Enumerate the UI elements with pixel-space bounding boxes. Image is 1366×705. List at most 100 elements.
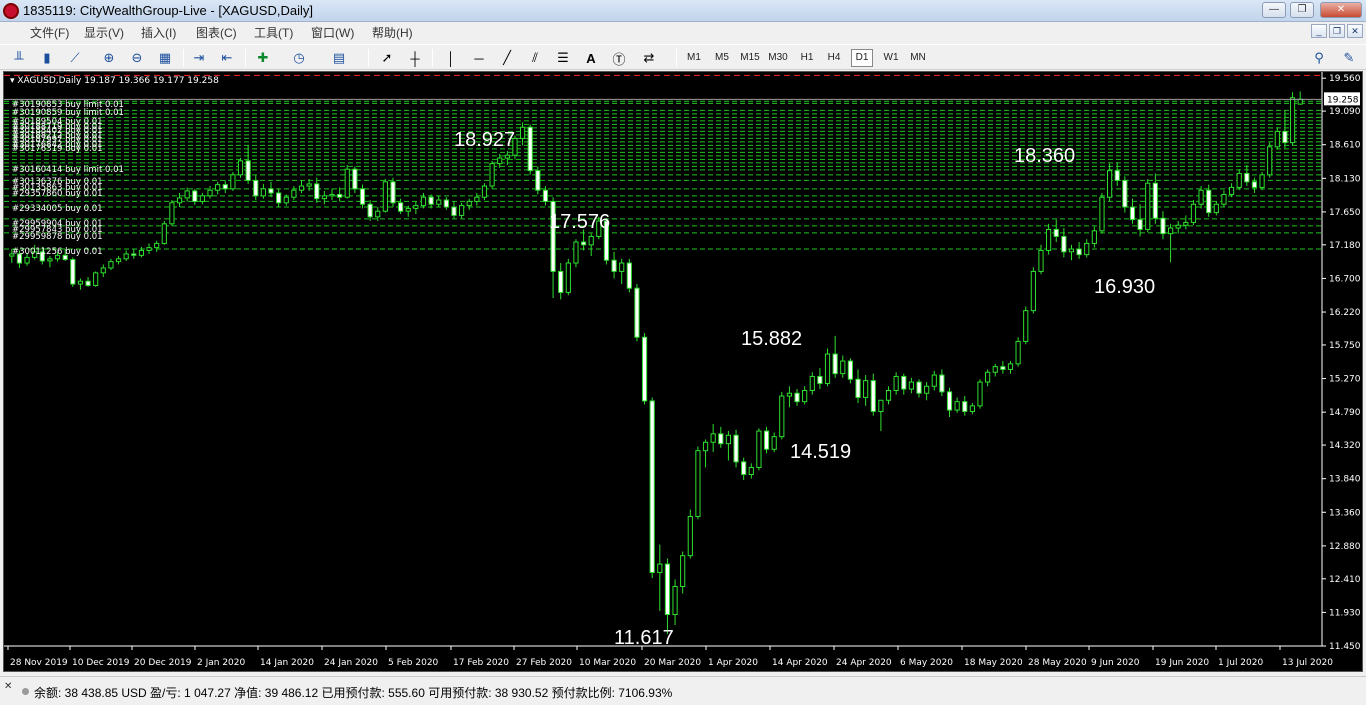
candle-body (291, 189, 297, 198)
candle-body (840, 360, 846, 375)
candle-body (878, 399, 884, 412)
date-tick-label: 20 Dec 2019 (134, 658, 192, 668)
minimize-button[interactable]: — (1262, 2, 1286, 18)
candle-body (1023, 310, 1029, 342)
cursor-icon[interactable]: ➚ (378, 49, 396, 67)
candle-body (1160, 217, 1166, 235)
date-tick-label: 6 May 2020 (900, 658, 953, 668)
date-tick-label: 1 Apr 2020 (708, 658, 758, 668)
candle-body (847, 360, 853, 380)
timeframe-m15-button[interactable]: M15 (738, 49, 762, 67)
price-tick-label: 13.360 (1329, 508, 1361, 518)
candle-body (680, 555, 686, 587)
candle-body (1000, 366, 1006, 370)
price-tick-label: 14.320 (1329, 441, 1361, 451)
community-icon[interactable]: ✎ (1340, 49, 1358, 67)
indicators-icon[interactable]: ✚ (254, 49, 272, 67)
candle-body (1068, 248, 1075, 253)
candle-body (47, 258, 53, 262)
order-label: #30011256 buy 0.01 (12, 247, 103, 257)
candle-body (870, 380, 876, 412)
order-label: #29357860 buy 0.01 (12, 189, 103, 199)
line-chart-icon[interactable]: ⟋ (66, 49, 84, 67)
arrows-icon[interactable]: ⇄ (640, 49, 658, 67)
candle-body (215, 184, 221, 191)
price-annotation: 16.930 (1094, 276, 1155, 298)
candle-body (985, 371, 991, 383)
close-button[interactable]: ✕ (1320, 2, 1362, 18)
timeframe-d1-button[interactable]: D1 (851, 49, 873, 67)
candle-body (1198, 189, 1204, 205)
order-label: #29334005 buy 0.01 (12, 204, 103, 214)
close-terminal-icon[interactable]: ✕ (4, 681, 12, 692)
price-annotation: 18.360 (1014, 145, 1075, 167)
tile-windows-icon[interactable]: ▦ (156, 49, 174, 67)
menu-window[interactable]: 窗口(W) (311, 24, 354, 41)
timeframe-mn-button[interactable]: MN (907, 49, 929, 67)
date-tick-label: 24 Apr 2020 (836, 658, 892, 668)
candle-body (1251, 181, 1258, 188)
candle-body (459, 205, 465, 216)
date-tick-label: 13 Jul 2020 (1282, 658, 1333, 668)
menu-view[interactable]: 显示(V) (84, 24, 124, 41)
timeframe-m5-button[interactable]: M5 (712, 49, 732, 67)
candle-body (405, 207, 411, 212)
timeframe-h4-button[interactable]: H4 (824, 49, 844, 67)
candle-body (863, 380, 869, 398)
zoom-out-icon[interactable]: ⊖ (128, 49, 146, 67)
window-titlebar: 1835119: CityWealthGroup-Live - [XAGUSD,… (0, 0, 1366, 22)
candlestick-icon[interactable]: ▮ (38, 49, 56, 67)
mdi-close-button[interactable]: ✕ (1347, 24, 1363, 38)
candle-body (1114, 170, 1120, 181)
menu-tools[interactable]: 工具(T) (254, 24, 293, 41)
fibonacci-icon[interactable]: ☰ (554, 49, 572, 67)
search-icon[interactable]: ⚲ (1310, 49, 1328, 67)
crosshair-icon[interactable]: ┼ (406, 49, 424, 67)
text-icon[interactable]: A (582, 49, 600, 67)
mdi-minimize-button[interactable]: _ (1311, 24, 1327, 38)
periods-icon[interactable]: ◷ (290, 49, 308, 67)
candle-body (1030, 270, 1036, 312)
autoscroll-icon[interactable]: ⇥ (190, 49, 208, 67)
candle-body (390, 181, 396, 204)
price-chart[interactable]: 19.560 19.090 18.610 18.130 17.650 17.180 16.7… (3, 71, 1363, 672)
candle-body (169, 202, 175, 225)
window-title: 1835119: CityWealthGroup-Live - [XAGUSD,… (23, 3, 313, 18)
text-label-icon[interactable]: Ⓣ (610, 49, 628, 67)
candle-body (763, 430, 770, 450)
account-status-icon (22, 688, 29, 695)
price-tick-label: 19.560 (1329, 74, 1361, 84)
candle-body (695, 450, 701, 517)
maximize-button[interactable]: ❐ (1290, 2, 1314, 18)
vertical-line-icon[interactable]: │ (442, 49, 460, 67)
menu-charts[interactable]: 图表(C) (196, 24, 237, 41)
trendline-icon[interactable]: ╱ (498, 49, 516, 67)
candle-body (885, 389, 892, 401)
mdi-restore-button[interactable]: ❐ (1329, 24, 1345, 38)
timeframe-m1-button[interactable]: M1 (684, 49, 704, 67)
candle-body (108, 261, 114, 269)
menu-insert[interactable]: 插入(I) (141, 24, 176, 41)
timeframe-w1-button[interactable]: W1 (881, 49, 901, 67)
horizontal-line-icon[interactable]: ─ (470, 49, 488, 67)
candle-body (901, 375, 907, 390)
candle-body (809, 375, 815, 391)
candle-body (908, 381, 914, 390)
price-tick-label: 18.610 (1329, 141, 1361, 151)
candle-body (115, 258, 122, 263)
candle-body (123, 253, 129, 260)
candle-body (1274, 130, 1280, 148)
timeframe-m30-button[interactable]: M30 (766, 49, 790, 67)
timeframe-h1-button[interactable]: H1 (797, 49, 817, 67)
bar-chart-icon[interactable]: ╨ (10, 49, 28, 67)
candle-body (1259, 174, 1265, 188)
candle-body (1228, 186, 1235, 195)
templates-icon[interactable]: ▤ (330, 49, 348, 67)
menu-file[interactable]: 文件(F) (30, 24, 69, 41)
equidistant-channel-icon[interactable]: ⫽ (526, 49, 544, 67)
candle-body (710, 433, 716, 443)
zoom-in-icon[interactable]: ⊕ (100, 49, 118, 67)
menu-help[interactable]: 帮助(H) (372, 24, 413, 41)
chart-shift-icon[interactable]: ⇤ (218, 49, 236, 67)
candle-body (1122, 179, 1128, 208)
